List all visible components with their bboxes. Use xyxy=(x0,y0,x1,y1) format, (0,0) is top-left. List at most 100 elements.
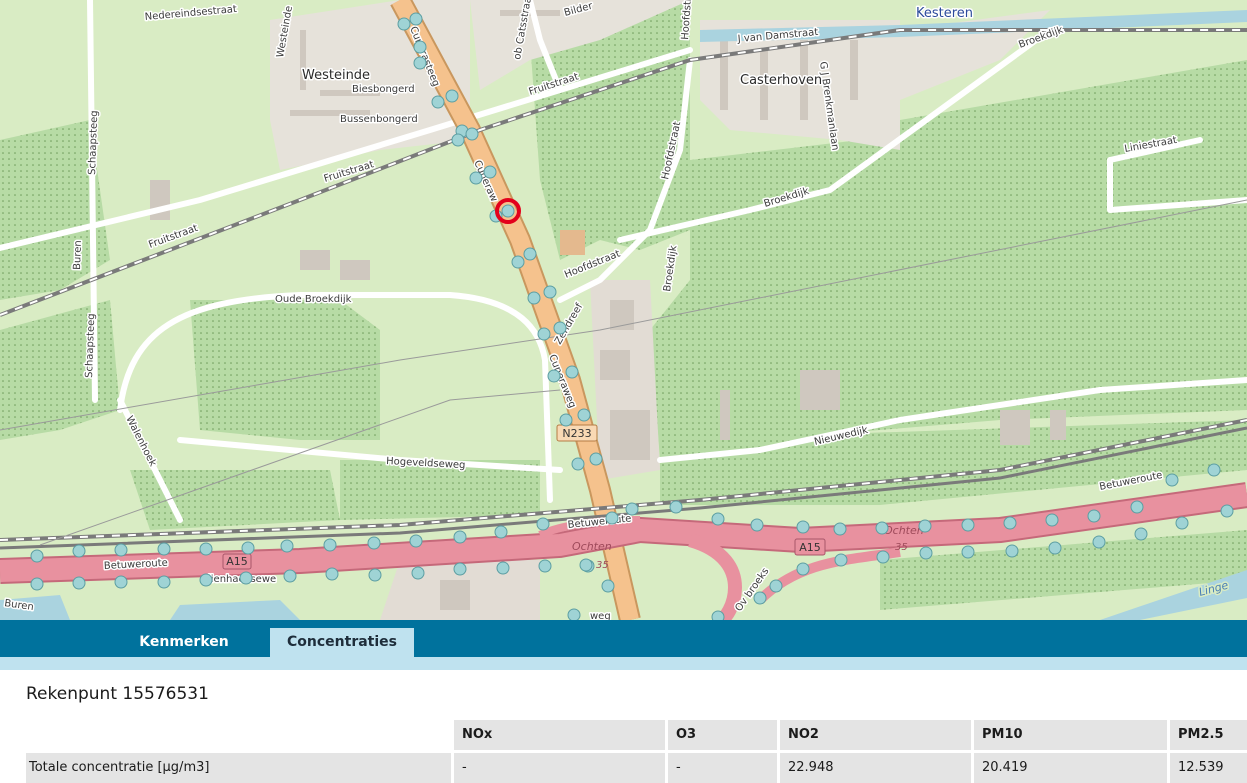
street-label-weg: weg xyxy=(590,611,611,620)
calculation-point[interactable] xyxy=(711,610,725,620)
calculation-point[interactable] xyxy=(669,500,683,514)
calculation-point[interactable] xyxy=(280,539,294,553)
shield-a15-east-label: A15 xyxy=(799,541,821,554)
calculation-point[interactable] xyxy=(397,17,411,31)
calculation-point[interactable] xyxy=(571,457,585,471)
calculation-point[interactable] xyxy=(1048,541,1062,555)
calculation-point[interactable] xyxy=(453,530,467,544)
calculation-point[interactable] xyxy=(961,545,975,559)
calculation-point[interactable] xyxy=(579,558,593,572)
calculation-point[interactable] xyxy=(483,165,497,179)
calculation-point[interactable] xyxy=(1087,509,1101,523)
calculation-point[interactable] xyxy=(241,541,255,555)
calculation-point[interactable] xyxy=(413,40,427,54)
calculation-point[interactable] xyxy=(553,321,567,335)
place-label-casterhoven: Casterhoven xyxy=(740,73,822,88)
calculation-point[interactable] xyxy=(323,538,337,552)
calculation-point[interactable] xyxy=(199,542,213,556)
calculation-point[interactable] xyxy=(72,576,86,590)
calculation-point[interactable] xyxy=(157,542,171,556)
street-label-schaapsteeg-n: Schaapsteeg xyxy=(87,110,100,175)
calculation-point[interactable] xyxy=(567,608,581,620)
calculation-point[interactable] xyxy=(1175,516,1189,530)
calculation-point[interactable] xyxy=(409,12,423,26)
place-label-westeinde: Westeinde xyxy=(302,68,370,83)
calculation-point[interactable] xyxy=(30,549,44,563)
table-header-pm10: PM10 xyxy=(974,720,1167,750)
calculation-point[interactable] xyxy=(769,579,783,593)
calculation-point[interactable] xyxy=(589,452,603,466)
calculation-point[interactable] xyxy=(537,327,551,341)
table-cell-pm10: 20.419 xyxy=(974,753,1167,783)
calculation-point[interactable] xyxy=(527,291,541,305)
place-label-kesteren: Kesteren xyxy=(916,6,973,21)
calculation-point[interactable] xyxy=(1005,544,1019,558)
calculation-point[interactable] xyxy=(496,561,510,575)
calculation-point[interactable] xyxy=(367,536,381,550)
calculation-point[interactable] xyxy=(431,95,445,109)
calculation-point[interactable] xyxy=(283,569,297,583)
calculation-point[interactable] xyxy=(536,517,550,531)
shield-a15-west-label: A15 xyxy=(226,555,248,568)
calculation-point[interactable] xyxy=(918,519,932,533)
calculation-point[interactable] xyxy=(30,577,44,591)
calculation-point[interactable] xyxy=(465,127,479,141)
street-label-schaapsteeg-s: Schaapsteeg xyxy=(84,313,97,378)
calculation-point[interactable] xyxy=(409,534,423,548)
calculation-point[interactable] xyxy=(834,553,848,567)
calculation-point[interactable] xyxy=(559,413,573,427)
calculation-point[interactable] xyxy=(114,543,128,557)
calculation-point[interactable] xyxy=(411,566,425,580)
calculation-point[interactable] xyxy=(543,285,557,299)
calculation-point[interactable] xyxy=(1207,463,1221,477)
table-cell-nox: - xyxy=(454,753,665,783)
calculation-point[interactable] xyxy=(239,571,253,585)
calculation-point[interactable] xyxy=(1134,527,1148,541)
calculation-point[interactable] xyxy=(796,520,810,534)
calculation-point[interactable] xyxy=(157,575,171,589)
calculation-point[interactable] xyxy=(538,559,552,573)
calculation-point[interactable] xyxy=(469,171,483,185)
calculation-point[interactable] xyxy=(1130,500,1144,514)
calculation-point[interactable] xyxy=(919,546,933,560)
calculation-point[interactable] xyxy=(547,369,561,383)
calculation-point[interactable] xyxy=(1220,504,1234,518)
calculation-point[interactable] xyxy=(1165,473,1179,487)
calculation-point[interactable] xyxy=(601,579,615,593)
calculation-point[interactable] xyxy=(114,575,128,589)
map-view[interactable]: Westeinde Casterhoven Kesteren Nedereind… xyxy=(0,0,1247,620)
map-canvas[interactable]: Westeinde Casterhoven Kesteren Nedereind… xyxy=(0,0,1247,620)
calculation-point[interactable] xyxy=(711,512,725,526)
calculation-point[interactable] xyxy=(796,562,810,576)
calculation-point[interactable] xyxy=(875,521,889,535)
calculation-point[interactable] xyxy=(750,518,764,532)
tab-kenmerken[interactable]: Kenmerken xyxy=(120,628,248,657)
calculation-point[interactable] xyxy=(565,365,579,379)
street-label-ochten-e: Ochten xyxy=(884,524,924,537)
concentrations-table: NOx O3 NO2 PM10 PM2.5 Totale concentrati… xyxy=(26,720,1247,783)
calculation-point[interactable] xyxy=(325,567,339,581)
calculation-point[interactable] xyxy=(72,544,86,558)
calculation-point[interactable] xyxy=(961,518,975,532)
calculation-point[interactable] xyxy=(625,502,639,516)
tab-concentraties[interactable]: Concentraties xyxy=(270,628,414,657)
calculation-point[interactable] xyxy=(577,408,591,422)
calculation-point[interactable] xyxy=(833,522,847,536)
calculation-point[interactable] xyxy=(876,550,890,564)
calculation-point[interactable] xyxy=(413,56,427,70)
calculation-point[interactable] xyxy=(605,511,619,525)
panel-tab-bar: Kenmerken Concentraties xyxy=(0,620,1247,657)
calculation-point[interactable] xyxy=(1045,513,1059,527)
calculation-point[interactable] xyxy=(1003,516,1017,530)
calculation-point[interactable] xyxy=(523,247,537,261)
calculation-point[interactable] xyxy=(368,568,382,582)
calculation-point[interactable] xyxy=(1092,535,1106,549)
calculation-point[interactable] xyxy=(451,133,465,147)
calculation-point[interactable] xyxy=(494,525,508,539)
calculation-point[interactable] xyxy=(445,89,459,103)
street-label-oude-broekdijk: Oude Broekdijk xyxy=(275,294,352,305)
calculation-point[interactable] xyxy=(453,562,467,576)
calculation-point[interactable] xyxy=(199,573,213,587)
calculation-point[interactable] xyxy=(511,255,525,269)
calculation-point[interactable] xyxy=(753,591,767,605)
